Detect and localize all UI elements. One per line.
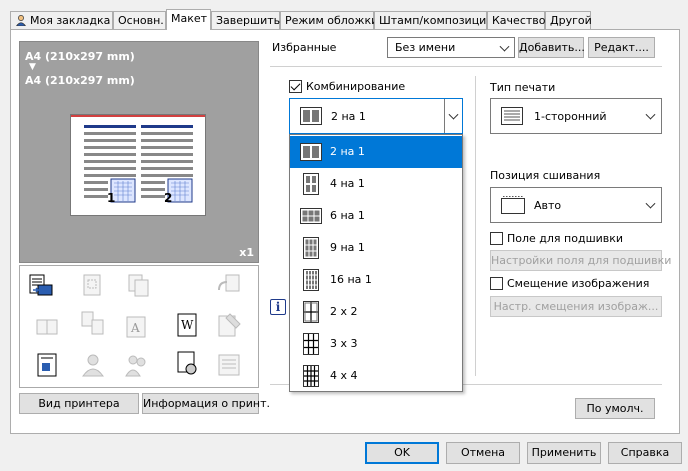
page-content-graphic (84, 125, 193, 203)
six-up-layout-icon (300, 208, 322, 224)
rotate-document-icon (218, 274, 240, 292)
image-shift-checkbox[interactable] (490, 277, 503, 290)
cancel-button[interactable]: Отмена (446, 442, 520, 464)
chevron-down-icon (448, 109, 459, 120)
defaults-button[interactable]: По умолч. (575, 398, 655, 419)
tab-stamp-composition[interactable]: Штамп/композиция (374, 11, 493, 29)
page-number-1: 1 (107, 191, 116, 205)
two-up-layout-icon (300, 143, 322, 161)
favorites-label: Избранные (272, 41, 337, 54)
single-sided-icon (501, 107, 523, 125)
combine-dropdown[interactable]: 2 на 1 (289, 98, 463, 134)
combine-dropdown-arrow[interactable] (444, 99, 462, 133)
copies-label: x1 (239, 246, 254, 259)
help-button[interactable]: Справка (608, 442, 682, 464)
print-type-dropdown[interactable]: 1-сторонний (490, 98, 662, 134)
binding-position-icon (501, 196, 525, 214)
output-size-label: A4 (210x297 mm) (25, 74, 135, 87)
ok-button[interactable]: OK (365, 442, 439, 464)
vertical-divider (475, 76, 476, 376)
apply-button[interactable]: Применить (527, 442, 601, 464)
original-size-label: A4 (210x297 mm) (25, 50, 135, 63)
preview-page: 1 2 (70, 114, 206, 216)
poster-3x3-icon (303, 333, 319, 355)
function-icon-grid: A W (19, 265, 259, 388)
tab-finish[interactable]: Завершить (211, 11, 280, 29)
group-icon (125, 355, 146, 377)
option-9-in-1[interactable]: 9 на 1 (290, 232, 462, 264)
image-shift-settings-button[interactable]: Настр. смещения изображ... (490, 296, 662, 317)
user-icon (15, 14, 27, 27)
binding-position-label: Позиция сшивания (490, 169, 601, 182)
nine-up-layout-icon (303, 237, 319, 259)
combine-checkbox[interactable] (289, 80, 302, 93)
down-arrow-icon: ▼ (29, 62, 36, 72)
chevron-down-icon (645, 198, 656, 209)
tab-other[interactable]: Другой (545, 11, 592, 29)
poster-2x2-icon (303, 301, 319, 323)
font-document-icon: A (126, 316, 146, 338)
binding-margin-checkbox[interactable] (490, 232, 503, 245)
tab-cover-mode[interactable]: Режим обложки (280, 11, 378, 29)
binding-margin-settings-button[interactable]: Настройки поля для подшивки (490, 250, 671, 271)
svg-text:W: W (181, 318, 194, 332)
info-icon[interactable]: i (270, 299, 286, 315)
stamp-document-icon (218, 313, 241, 337)
option-2x2[interactable]: 2 x 2 (290, 296, 462, 328)
multi-page-icon (81, 311, 104, 335)
tab-my-bookmark[interactable]: Моя закладка (10, 11, 113, 29)
image-shift-label: Смещение изображения (507, 277, 650, 290)
option-6-in-1[interactable]: 6 на 1 (290, 200, 462, 232)
copy-document-icon (128, 274, 149, 297)
printer-view-button[interactable]: Вид принтера (19, 393, 139, 414)
four-up-layout-icon (303, 173, 319, 195)
document-settings-icon[interactable] (174, 350, 200, 376)
option-4x4[interactable]: 4 x 4 (290, 360, 462, 392)
poster-mode-icon (83, 274, 101, 296)
user-settings-icon (82, 354, 104, 377)
favorites-add-button[interactable]: Добавить... (518, 37, 585, 58)
watermark-document-icon[interactable]: W (174, 312, 200, 338)
tray-icon (218, 354, 240, 376)
chevron-down-icon (499, 41, 510, 52)
overlay-document-icon[interactable] (34, 352, 60, 378)
svg-text:A: A (130, 321, 140, 335)
print-preview: A4 (210x297 mm) ▼ A4 (210x297 mm) x1 1 2 (19, 41, 259, 263)
option-4-in-1[interactable]: 4 на 1 (290, 168, 462, 200)
option-16-in-1[interactable]: 16 на 1 (290, 264, 462, 296)
tab-basic[interactable]: Основн. (113, 11, 166, 29)
option-3x3[interactable]: 3 x 3 (290, 328, 462, 360)
tab-bar: Моя закладка Основн. Макет Завершить Реж… (10, 9, 680, 30)
divider (270, 66, 662, 67)
sixteen-up-layout-icon (303, 269, 319, 291)
combine-label: Комбинирование (306, 80, 406, 93)
favorites-edit-button[interactable]: Редакт.... (588, 37, 655, 58)
favorites-dropdown[interactable]: Без имени (387, 37, 515, 58)
page-number-2: 2 (164, 191, 173, 205)
two-up-layout-icon (300, 107, 322, 125)
chevron-down-icon (645, 109, 656, 120)
tab-quality[interactable]: Качество (487, 11, 546, 29)
print-type-label: Тип печати (490, 81, 556, 94)
poster-4x4-icon (303, 365, 319, 387)
tab-layout[interactable]: Макет (166, 9, 211, 30)
binding-margin-label: Поле для подшивки (507, 232, 624, 245)
option-2-in-1[interactable]: 2 на 1 (290, 136, 462, 168)
binding-position-dropdown[interactable]: Авто (490, 187, 662, 223)
booklet-icon (36, 319, 58, 335)
printer-info-button[interactable]: Информация о принт. (142, 393, 270, 414)
combine-options-list: 2 на 1 4 на 1 6 на 1 9 на 1 16 на 1 2 x … (289, 134, 463, 392)
printer-driver-icon[interactable] (28, 272, 54, 298)
